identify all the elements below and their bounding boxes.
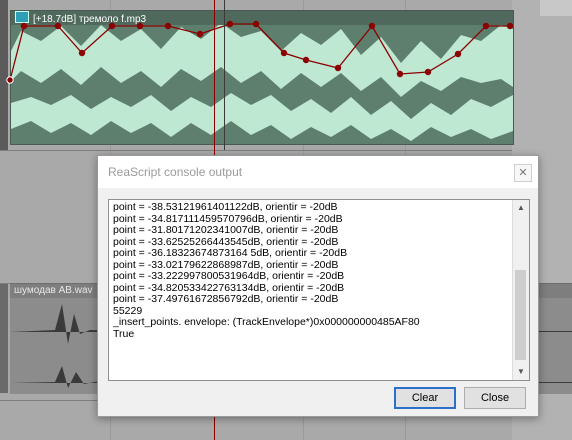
- console-scrollbar[interactable]: ▲ ▼: [512, 200, 529, 380]
- envelope-point[interactable]: [226, 20, 234, 28]
- envelope-point[interactable]: [506, 22, 514, 30]
- envelope-point[interactable]: [78, 49, 86, 57]
- dialog-titlebar[interactable]: ReaScript console output ✕: [98, 156, 538, 188]
- envelope-point[interactable]: [164, 22, 172, 30]
- console-text: point = -38.53121961401122dB, orientir =…: [113, 202, 509, 378]
- envelope-point[interactable]: [454, 50, 462, 58]
- envelope-point[interactable]: [108, 22, 116, 30]
- envelope-point[interactable]: [136, 22, 144, 30]
- console-line: _insert_points. envelope: (TrackEnvelope…: [113, 316, 420, 328]
- track-color-strip: [0, 283, 8, 393]
- envelope-point[interactable]: [302, 56, 310, 64]
- envelope-point[interactable]: [54, 22, 62, 30]
- envelope-point[interactable]: [482, 22, 490, 30]
- scroll-thumb[interactable]: [515, 270, 526, 360]
- reascript-console-dialog[interactable]: ReaScript console output ✕ point = -38.5…: [97, 155, 539, 417]
- ruler-region: [540, 0, 572, 16]
- selection-line: [224, 0, 225, 150]
- envelope-point[interactable]: [196, 30, 204, 38]
- envelope-point[interactable]: [20, 22, 28, 30]
- dialog-title: ReaScript console output: [108, 165, 243, 179]
- envelope-point[interactable]: [334, 64, 342, 72]
- console-line: point = -33.222997800531964dB, orientir …: [113, 270, 345, 282]
- console-output[interactable]: point = -38.53121961401122dB, orientir =…: [108, 199, 530, 381]
- scroll-down-icon[interactable]: ▼: [513, 364, 529, 380]
- close-button[interactable]: Close: [464, 387, 526, 409]
- console-line: point = -38.53121961401122dB, orientir =…: [113, 202, 338, 213]
- envelope-point[interactable]: [396, 70, 404, 78]
- volume-envelope[interactable]: [0, 0, 520, 150]
- scroll-up-icon[interactable]: ▲: [513, 200, 529, 216]
- close-icon[interactable]: ✕: [514, 164, 532, 182]
- console-line: True: [113, 327, 135, 340]
- envelope-point[interactable]: [368, 22, 376, 30]
- track-divider[interactable]: [0, 150, 572, 151]
- envelope-point[interactable]: [280, 49, 288, 57]
- envelope-point[interactable]: [6, 76, 14, 84]
- console-line: point = -36.18323674873164 5dB, orientir…: [113, 247, 348, 259]
- envelope-point[interactable]: [424, 68, 432, 76]
- console-line: point = -31.80171202341007dB, orientir =…: [113, 224, 339, 236]
- clear-button[interactable]: Clear: [394, 387, 456, 409]
- console-line: point = -37.49761672856792dB, orientir =…: [113, 293, 339, 305]
- envelope-point[interactable]: [252, 20, 260, 28]
